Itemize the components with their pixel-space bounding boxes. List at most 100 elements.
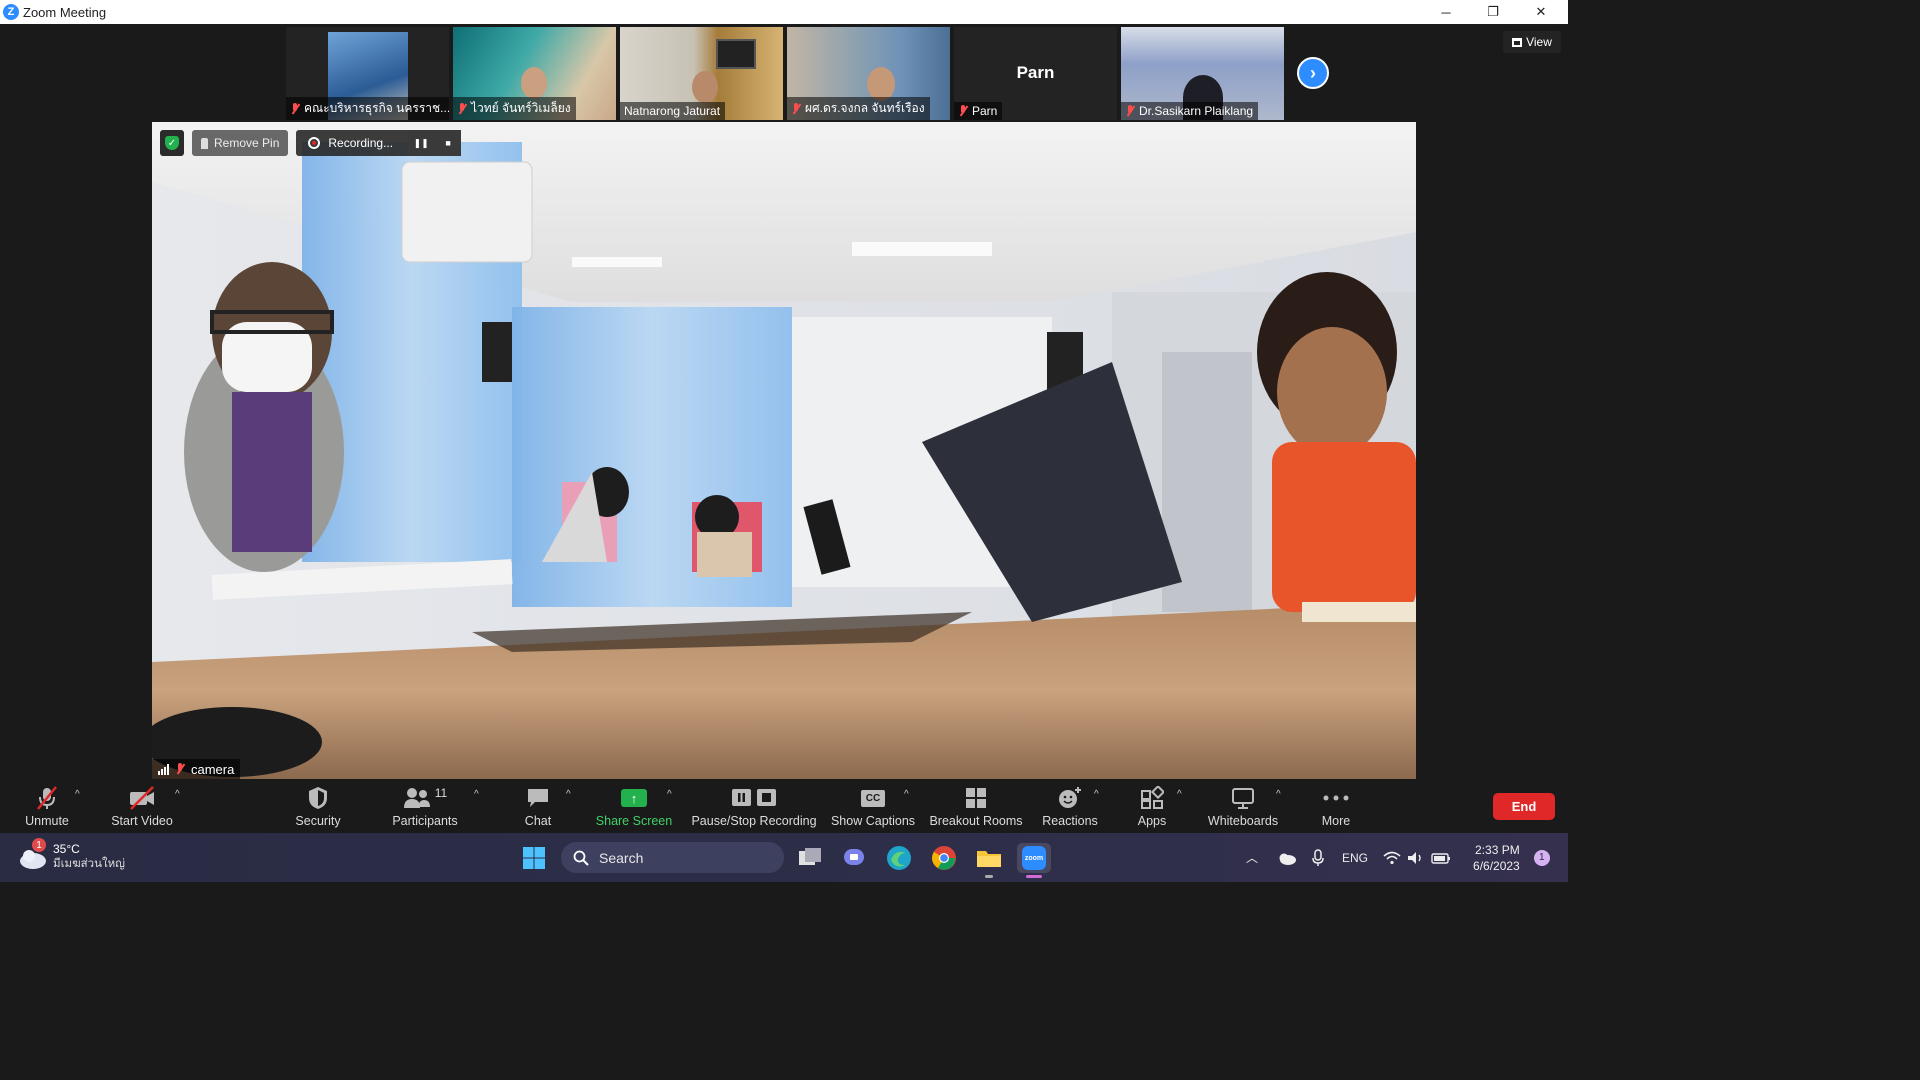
more-dots-icon bbox=[1323, 785, 1349, 811]
taskbar-search-box[interactable]: Search bbox=[561, 842, 784, 873]
encryption-shield-icon[interactable]: ✓ bbox=[160, 130, 184, 156]
title-bar: Z Zoom Meeting ─ ❐ ✕ bbox=[0, 0, 1568, 24]
wifi-icon[interactable] bbox=[1383, 851, 1401, 865]
participant-name-tag: Natnarong Jaturat bbox=[620, 102, 726, 120]
speaker-volume-icon[interactable] bbox=[1407, 851, 1425, 865]
edge-browser-icon[interactable] bbox=[884, 843, 914, 873]
show-captions-button[interactable]: CC Show Captions bbox=[831, 779, 915, 833]
share-screen-button[interactable]: ↑ Share Screen bbox=[596, 779, 672, 833]
participant-display-name: Parn bbox=[1016, 63, 1055, 82]
restore-button[interactable]: ❐ bbox=[1470, 0, 1516, 24]
recording-indicator: Recording... ❚❚ ■ bbox=[296, 130, 462, 156]
pause-stop-recording-icon bbox=[731, 785, 777, 811]
participant-name-tag: Dr.Sasikarn Plaiklang bbox=[1121, 102, 1259, 120]
file-explorer-icon[interactable] bbox=[974, 843, 1004, 878]
captions-options-caret[interactable]: ^ bbox=[904, 789, 909, 800]
battery-icon[interactable] bbox=[1431, 851, 1451, 865]
participant-tile[interactable]: Dr.Sasikarn Plaiklang bbox=[1121, 27, 1284, 120]
clock[interactable]: 2:33 PM 6/6/2023 bbox=[1473, 842, 1520, 874]
muted-mic-icon bbox=[457, 102, 467, 115]
chevron-up-icon[interactable]: ︿ bbox=[1244, 849, 1260, 866]
end-meeting-button[interactable]: End bbox=[1493, 793, 1555, 820]
share-options-caret[interactable]: ^ bbox=[667, 789, 672, 800]
breakout-rooms-icon bbox=[964, 785, 988, 811]
view-button[interactable]: View bbox=[1503, 31, 1561, 53]
active-speaker-label: camera bbox=[152, 759, 241, 779]
window-title: Zoom Meeting bbox=[23, 4, 107, 20]
more-button[interactable]: More bbox=[1318, 779, 1354, 833]
chrome-browser-icon[interactable] bbox=[929, 843, 959, 873]
participant-name-tag: Parn bbox=[954, 102, 1003, 120]
pause-recording-button[interactable]: ❚❚ bbox=[408, 130, 435, 156]
stop-recording-button[interactable]: ■ bbox=[435, 130, 462, 156]
muted-mic-icon bbox=[175, 763, 185, 775]
apps-icon bbox=[1140, 785, 1164, 811]
video-overlay-controls: ✓ Remove Pin Recording... ❚❚ ■ bbox=[160, 130, 462, 156]
tv-screen bbox=[716, 39, 756, 69]
muted-mic-icon bbox=[1125, 105, 1135, 117]
running-indicator bbox=[985, 875, 993, 878]
apps-button[interactable]: Apps bbox=[1134, 779, 1170, 833]
participants-count: 11 bbox=[434, 786, 448, 800]
notification-badge[interactable]: 1 bbox=[1533, 849, 1550, 866]
record-icon bbox=[308, 137, 321, 149]
participant-strip: คณะบริหารธุรกิจ นครราช... ไวทย์ จันทร์วิ… bbox=[286, 27, 1284, 120]
pin-icon bbox=[201, 137, 208, 149]
start-video-button[interactable]: Start Video bbox=[109, 779, 175, 833]
whiteboard-icon bbox=[1230, 785, 1256, 811]
participant-name-tag: คณะบริหารธุรกิจ นครราช... bbox=[286, 97, 449, 120]
participants-button[interactable]: 11 Participants bbox=[390, 779, 460, 833]
apps-options-caret[interactable]: ^ bbox=[1177, 789, 1182, 800]
meeting-room-scene bbox=[152, 122, 1416, 779]
muted-mic-icon bbox=[34, 785, 60, 811]
participant-tile[interactable]: ไวทย์ จันทร์วิเมล็ยง bbox=[453, 27, 616, 120]
pause-stop-recording-button[interactable]: Pause/Stop Recording bbox=[691, 779, 817, 833]
whiteboards-button[interactable]: Whiteboards bbox=[1205, 779, 1281, 833]
chat-icon bbox=[526, 785, 550, 811]
audio-options-caret[interactable]: ^ bbox=[75, 789, 80, 800]
teams-chat-icon[interactable] bbox=[839, 843, 869, 873]
unmute-button[interactable]: Unmute bbox=[22, 779, 72, 833]
participant-name-tag: ผศ.ดร.จงกล จันทร์เรือง bbox=[787, 97, 930, 120]
participant-tile[interactable]: Parn Parn bbox=[954, 27, 1117, 120]
video-off-icon bbox=[127, 785, 157, 811]
shield-icon bbox=[307, 785, 329, 811]
chat-button[interactable]: Chat bbox=[518, 779, 558, 833]
zoom-app-icon[interactable]: zoom bbox=[1017, 843, 1051, 878]
security-button[interactable]: Security bbox=[290, 779, 346, 833]
participant-tile[interactable]: Natnarong Jaturat bbox=[620, 27, 783, 120]
person-face bbox=[521, 67, 547, 99]
weather-badge: 1 bbox=[32, 838, 46, 852]
participants-options-caret[interactable]: ^ bbox=[474, 789, 479, 800]
windows-start-icon[interactable] bbox=[519, 843, 549, 873]
weather-text: 35°C มีเมฆส่วนใหญ่ bbox=[53, 842, 125, 870]
microphone-icon[interactable] bbox=[1311, 848, 1325, 867]
weather-widget[interactable]: 1 bbox=[18, 838, 48, 871]
share-screen-icon: ↑ bbox=[621, 785, 647, 811]
participant-tile[interactable]: คณะบริหารธุรกิจ นครราช... bbox=[286, 27, 449, 120]
active-indicator bbox=[1026, 875, 1042, 878]
zoom-logo-icon: Z bbox=[3, 4, 19, 20]
participants-icon: 11 bbox=[403, 785, 447, 811]
onedrive-cloud-icon[interactable] bbox=[1277, 851, 1297, 865]
chat-options-caret[interactable]: ^ bbox=[566, 789, 571, 800]
muted-mic-icon bbox=[791, 102, 801, 115]
person-face bbox=[692, 71, 718, 103]
whiteboards-options-caret[interactable]: ^ bbox=[1276, 789, 1281, 800]
video-options-caret[interactable]: ^ bbox=[175, 789, 180, 800]
breakout-rooms-button[interactable]: Breakout Rooms bbox=[929, 779, 1023, 833]
muted-mic-icon bbox=[958, 105, 968, 117]
remove-pin-button[interactable]: Remove Pin bbox=[192, 130, 289, 156]
main-video-feed bbox=[152, 122, 1416, 779]
reactions-button[interactable]: Reactions bbox=[1042, 779, 1098, 833]
chevron-right-icon[interactable]: › bbox=[1297, 57, 1329, 89]
participant-tile[interactable]: ผศ.ดร.จงกล จันทร์เรือง bbox=[787, 27, 950, 120]
language-indicator[interactable]: ENG bbox=[1342, 851, 1368, 865]
task-view-icon[interactable] bbox=[795, 843, 825, 873]
grid-view-icon bbox=[1512, 37, 1523, 47]
close-button[interactable]: ✕ bbox=[1518, 0, 1564, 24]
reactions-icon bbox=[1057, 785, 1083, 811]
system-tray: ︿ ENG 2:33 PM 6/6/2023 1 bbox=[1244, 833, 1550, 882]
reactions-options-caret[interactable]: ^ bbox=[1094, 789, 1099, 800]
minimize-button[interactable]: ─ bbox=[1423, 0, 1469, 24]
